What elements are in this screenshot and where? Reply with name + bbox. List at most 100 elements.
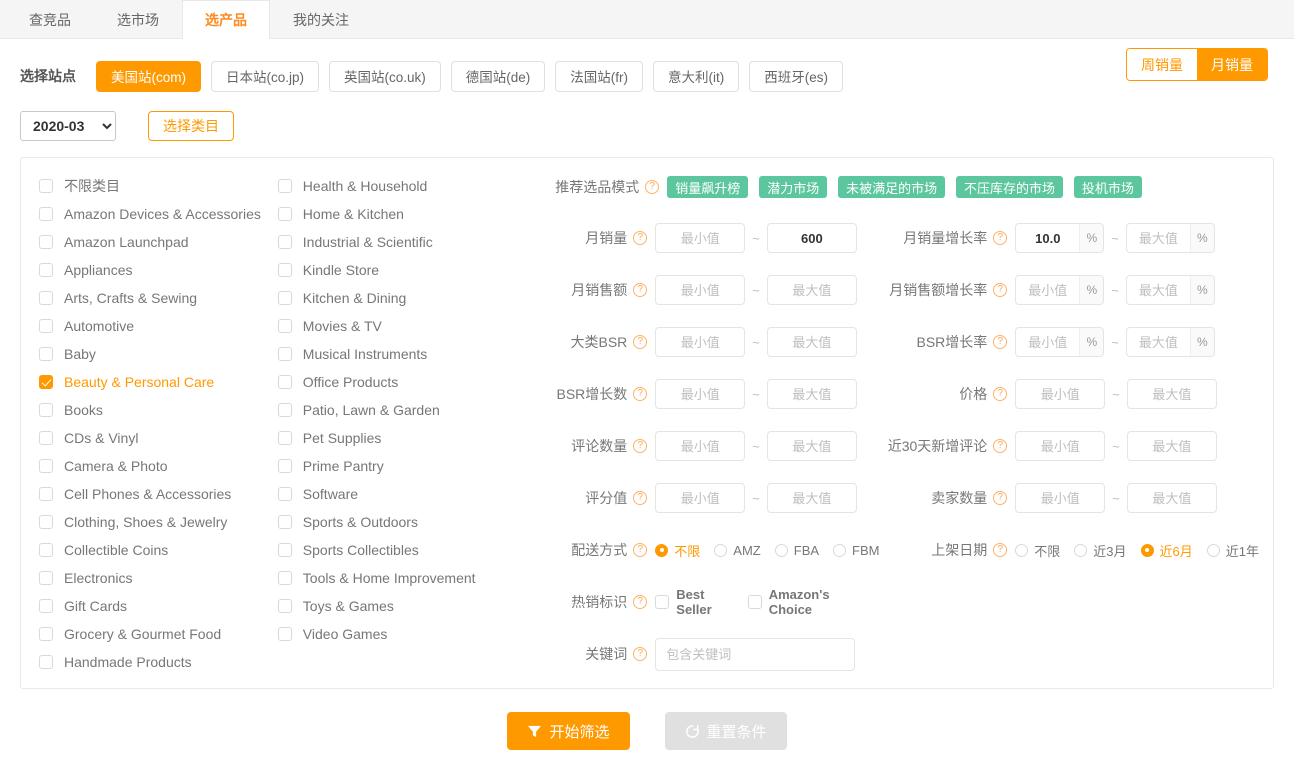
checkbox-icon[interactable] bbox=[39, 543, 53, 557]
monthly-revenue-growth-max-input[interactable] bbox=[1126, 276, 1190, 304]
listing-date-option-6m[interactable]: 近6月 bbox=[1140, 541, 1193, 560]
shipping-option-amz[interactable]: AMZ bbox=[714, 543, 761, 558]
bsr-max-input[interactable] bbox=[766, 327, 857, 357]
category-item[interactable]: Handmade Products bbox=[39, 648, 268, 676]
category-item[interactable]: Kindle Store bbox=[277, 256, 523, 284]
category-item[interactable]: Industrial & Scientific bbox=[277, 228, 523, 256]
checkbox-icon[interactable] bbox=[277, 319, 292, 333]
help-icon[interactable]: ? bbox=[993, 335, 1008, 349]
help-icon[interactable]: ? bbox=[993, 231, 1008, 245]
category-item[interactable]: Camera & Photo bbox=[39, 452, 268, 480]
checkbox-icon[interactable] bbox=[277, 459, 292, 473]
category-item[interactable]: Amazon Launchpad bbox=[39, 228, 268, 256]
checkbox-icon[interactable] bbox=[39, 627, 53, 641]
price-min-input[interactable] bbox=[1015, 379, 1106, 409]
mode-tag[interactable]: 投机市场 bbox=[1073, 176, 1142, 198]
monthly-sales-growth-max-input[interactable] bbox=[1126, 224, 1190, 252]
help-icon[interactable]: ? bbox=[633, 283, 648, 297]
help-icon[interactable]: ? bbox=[633, 595, 648, 609]
category-item[interactable]: 不限类目 bbox=[39, 172, 268, 200]
checkbox-icon[interactable] bbox=[277, 207, 292, 221]
checkbox-icon[interactable] bbox=[39, 207, 53, 221]
checkbox-icon[interactable] bbox=[277, 543, 292, 557]
category-item[interactable]: Collectible Coins bbox=[39, 536, 268, 564]
checkbox-icon[interactable] bbox=[277, 375, 292, 389]
tab-xuanchanpin[interactable]: 选产品 bbox=[182, 0, 270, 39]
monthly-sales-max-input[interactable] bbox=[766, 223, 857, 253]
help-icon[interactable]: ? bbox=[633, 439, 648, 453]
category-item-beauty-personal-care[interactable]: Beauty & Personal Care bbox=[39, 368, 268, 396]
mode-tag[interactable]: 销量飙升榜 bbox=[667, 176, 749, 198]
category-item[interactable]: Baby bbox=[39, 340, 268, 368]
tab-chajingpin[interactable]: 查竞品 bbox=[6, 0, 94, 38]
category-item[interactable]: Books bbox=[39, 396, 268, 424]
help-icon[interactable]: ? bbox=[993, 283, 1008, 297]
rating-max-input[interactable] bbox=[766, 483, 857, 513]
checkbox-icon[interactable] bbox=[39, 291, 53, 305]
category-item[interactable]: Gift Cards bbox=[39, 592, 268, 620]
help-icon[interactable]: ? bbox=[633, 335, 648, 349]
checkbox-icon[interactable] bbox=[39, 347, 53, 361]
listing-date-option-1y[interactable]: 近1年 bbox=[1206, 541, 1259, 560]
help-icon[interactable]: ? bbox=[633, 543, 648, 557]
category-item[interactable]: Office Products bbox=[277, 368, 523, 396]
hot-flag-best-seller[interactable]: Best Seller bbox=[655, 587, 731, 617]
new-reviews-30d-min-input[interactable] bbox=[1015, 431, 1106, 461]
checkbox-icon[interactable] bbox=[39, 487, 53, 501]
category-item[interactable]: Tools & Home Improvement bbox=[277, 564, 523, 592]
mode-tag[interactable]: 潜力市场 bbox=[759, 176, 828, 198]
checkbox-icon[interactable] bbox=[39, 179, 53, 193]
select-category-button[interactable]: 选择类目 bbox=[148, 111, 234, 141]
seller-count-min-input[interactable] bbox=[1015, 483, 1106, 513]
category-item[interactable]: Cell Phones & Accessories bbox=[39, 480, 268, 508]
checkbox-icon[interactable] bbox=[277, 263, 292, 277]
checkbox-checked-icon[interactable] bbox=[39, 375, 53, 389]
help-icon[interactable]: ? bbox=[633, 231, 648, 245]
checkbox-icon[interactable] bbox=[277, 515, 292, 529]
bsr-growth-min-input[interactable] bbox=[1016, 328, 1080, 356]
checkbox-icon[interactable] bbox=[277, 487, 292, 501]
month-select[interactable]: 2020-03 bbox=[20, 111, 116, 141]
help-icon[interactable]: ? bbox=[633, 387, 648, 401]
monthly-sales-min-input[interactable] bbox=[655, 223, 746, 253]
bsr-growth-count-max-input[interactable] bbox=[766, 379, 857, 409]
new-reviews-30d-max-input[interactable] bbox=[1126, 431, 1217, 461]
checkbox-icon[interactable] bbox=[39, 459, 53, 473]
checkbox-icon[interactable] bbox=[277, 571, 292, 585]
checkbox-icon[interactable] bbox=[277, 431, 292, 445]
category-item[interactable]: Sports & Outdoors bbox=[277, 508, 523, 536]
checkbox-icon[interactable] bbox=[655, 595, 670, 609]
tab-xuanshichang[interactable]: 选市场 bbox=[94, 0, 182, 38]
help-icon[interactable]: ? bbox=[993, 491, 1008, 505]
toggle-month-sales[interactable]: 月销量 bbox=[1197, 49, 1267, 80]
checkbox-icon[interactable] bbox=[39, 431, 53, 445]
category-item[interactable]: CDs & Vinyl bbox=[39, 424, 268, 452]
site-button-jp[interactable]: 日本站(co.jp) bbox=[211, 60, 320, 92]
category-item[interactable]: Kitchen & Dining bbox=[277, 284, 523, 312]
category-item[interactable]: Video Games bbox=[277, 620, 523, 648]
monthly-sales-growth-min-input[interactable] bbox=[1016, 224, 1080, 252]
category-item[interactable]: Appliances bbox=[39, 256, 268, 284]
mode-tag[interactable]: 未被满足的市场 bbox=[838, 176, 946, 198]
category-item[interactable]: Software bbox=[277, 480, 523, 508]
help-icon[interactable]: ? bbox=[993, 543, 1008, 557]
tab-wodeguanzhu[interactable]: 我的关注 bbox=[270, 0, 372, 38]
category-item[interactable]: Home & Kitchen bbox=[277, 200, 523, 228]
site-button-uk[interactable]: 英国站(co.uk) bbox=[329, 60, 441, 92]
rating-min-input[interactable] bbox=[655, 483, 746, 513]
category-item[interactable]: Amazon Devices & Accessories bbox=[39, 200, 268, 228]
start-filter-button[interactable]: 开始筛选 bbox=[507, 712, 630, 750]
category-item[interactable]: Health & Household bbox=[277, 172, 523, 200]
site-button-it[interactable]: 意大利(it) bbox=[653, 60, 740, 92]
help-icon[interactable]: ? bbox=[633, 491, 648, 505]
checkbox-icon[interactable] bbox=[39, 403, 53, 417]
category-item[interactable]: Toys & Games bbox=[277, 592, 523, 620]
site-button-fr[interactable]: 法国站(fr) bbox=[555, 60, 644, 92]
reset-conditions-button[interactable]: 重置条件 bbox=[664, 712, 787, 750]
checkbox-icon[interactable] bbox=[277, 235, 292, 249]
monthly-revenue-growth-min-input[interactable] bbox=[1016, 276, 1080, 304]
bsr-min-input[interactable] bbox=[655, 327, 746, 357]
site-button-de[interactable]: 德国站(de) bbox=[450, 60, 546, 92]
checkbox-icon[interactable] bbox=[39, 571, 53, 585]
help-icon[interactable]: ? bbox=[645, 180, 660, 194]
